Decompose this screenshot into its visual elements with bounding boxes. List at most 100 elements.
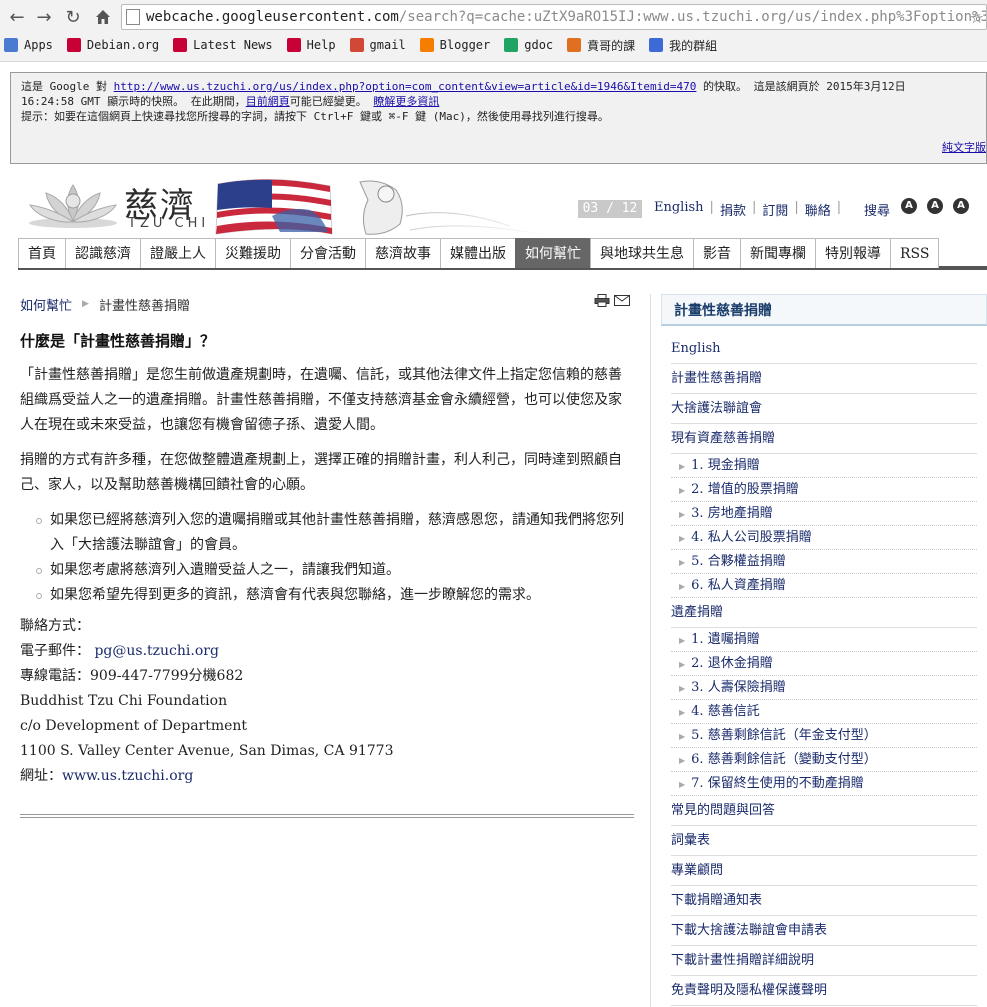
nav-item[interactable]: 首頁	[18, 238, 66, 268]
address-bar[interactable]: webcache.googleusercontent.com/search?q=…	[121, 4, 987, 30]
bookmark-item[interactable]: gmail	[349, 38, 406, 52]
sidebar-subitem[interactable]: ▶ 6. 慈善剩餘信託（變動支付型）	[671, 748, 977, 772]
sidebar-item-label: 大捨護法聯誼會	[671, 401, 763, 416]
sidebar-item[interactable]: 下載捐贈通知表	[671, 886, 977, 916]
chevron-right-icon: ▶	[679, 558, 686, 567]
organization: Buddhist Tzu Chi Foundation	[20, 693, 228, 709]
sidebar-subitem[interactable]: ▶ 3. 人壽保險捐贈	[671, 676, 977, 700]
sidebar-item[interactable]: 專業顧問	[671, 856, 977, 886]
website-link[interactable]: www.us.tzuchi.org	[62, 768, 193, 784]
address: 1100 S. Valley Center Avenue, San Dimas,…	[20, 743, 394, 759]
nav-item[interactable]: 與地球共生息	[590, 238, 694, 268]
sidebar-item-label: 6. 私人資產捐贈	[691, 578, 786, 593]
subscribe-link[interactable]: 訂閱	[758, 200, 792, 219]
drive-icon	[504, 38, 519, 52]
bookmark-item[interactable]: gdoc	[504, 38, 553, 52]
nav-item[interactable]: 特別報導	[815, 238, 891, 268]
breadcrumb-current: 計畫性慈善捐贈	[98, 298, 190, 314]
print-icon[interactable]	[594, 294, 610, 307]
bookmark-label: Help	[306, 38, 336, 52]
sidebar-item[interactable]: 常見的問題與回答	[671, 796, 977, 826]
nav-item[interactable]: 災難援助	[215, 238, 291, 268]
bookmark-star-icon[interactable]: ☆	[970, 8, 984, 27]
nav-item[interactable]: 證嚴上人	[140, 238, 216, 268]
bookmarks-bar: Apps Debian.org Latest News Help gmail Blogge…	[4, 35, 731, 55]
learn-more-link[interactable]: 瞭解更多資訊	[373, 95, 439, 108]
nav-item[interactable]: 分會活動	[290, 238, 366, 268]
reload-icon[interactable]: ↻	[62, 6, 84, 28]
donate-link[interactable]: 捐款	[716, 200, 750, 219]
bookmark-item[interactable]: Debian.org	[66, 38, 159, 52]
nav-item[interactable]: RSS	[890, 238, 940, 268]
sidebar-subitem[interactable]: ▶ 2. 增值的股票捐贈	[671, 478, 977, 502]
sidebar-item[interactable]: 遺產捐贈	[671, 598, 977, 628]
sidebar-item[interactable]: 下載大捨護法聯誼會申請表	[671, 916, 977, 946]
cache-text: 可能已經變更。	[289, 95, 374, 108]
sidebar-item-label: 下載捐贈通知表	[671, 893, 763, 908]
cache-text: 這是 Google 對	[21, 80, 114, 93]
bookmark-item[interactable]: Help	[286, 38, 336, 52]
nav-item[interactable]: 媒體出版	[440, 238, 516, 268]
site-header: 慈濟 TZU CHI 03 / 12 English | 捐款 | 訂閱 | 聯…	[0, 176, 987, 238]
sidebar-item-label: 4. 私人公司股票捐贈	[691, 530, 812, 545]
sidebar-subitem[interactable]: ▶ 2. 退休金捐贈	[671, 652, 977, 676]
sidebar-item[interactable]: 詞彙表	[671, 826, 977, 856]
sidebar-item-label: 遺產捐贈	[671, 605, 724, 620]
sidebar-item-label: 3. 房地產捐贈	[691, 506, 773, 521]
breadcrumb-parent-link[interactable]: 如何幫忙	[20, 295, 72, 314]
nav-item[interactable]: 認識慈濟	[65, 238, 141, 268]
bookmark-item[interactable]: Apps	[4, 38, 53, 52]
bookmark-item[interactable]: 賁哥的課	[567, 37, 635, 54]
sidebar-subitem[interactable]: ▶ 4. 私人公司股票捐贈	[671, 526, 977, 550]
article-tools	[590, 294, 630, 307]
sidebar-item[interactable]: 現有資產慈善捐贈	[671, 424, 977, 454]
sidebar-item[interactable]: 下載計畫性捐贈詳細說明	[671, 946, 977, 976]
home-icon[interactable]	[92, 6, 114, 28]
contact-info: 聯絡方式： 電子郵件： pg@us.tzuchi.org 專線電話：909-44…	[20, 614, 634, 789]
sidebar-item[interactable]: English	[671, 334, 977, 364]
english-link[interactable]: English	[650, 200, 708, 219]
sidebar-subitem[interactable]: ▶ 5. 慈善剩餘信託（年金支付型）	[671, 724, 977, 748]
bookmark-item[interactable]: Latest News	[173, 38, 273, 52]
email-link[interactable]: pg@us.tzuchi.org	[94, 643, 218, 659]
nav-item[interactable]: 影音	[693, 238, 741, 268]
text-only-link[interactable]: 純文字版	[942, 140, 986, 155]
chevron-right-icon: ▶	[679, 534, 686, 543]
back-arrow-icon[interactable]: ←	[6, 6, 28, 28]
google-cache-banner: 這是 Google 對 http://www.us.tzuchi.org/us/…	[10, 72, 987, 164]
sidebar-subitem[interactable]: ▶ 5. 合夥權益捐贈	[671, 550, 977, 574]
sidebar-subitem[interactable]: ▶ 7. 保留終生使用的不動產捐贈	[671, 772, 977, 796]
bookmark-item[interactable]: 我的群組	[649, 37, 717, 54]
sidebar-item-label: 4. 慈善信託	[691, 704, 760, 719]
bookmark-p-icon	[567, 38, 582, 52]
sidebar-subitem[interactable]: ▶ 3. 房地產捐贈	[671, 502, 977, 526]
sidebar-subitem[interactable]: ▶ 1. 遺囑捐贈	[671, 628, 977, 652]
contact-link[interactable]: 聯絡	[801, 200, 835, 219]
sidebar-item[interactable]: 免責聲明及隱私權保護聲明	[671, 976, 977, 1006]
font-size-large-icon[interactable]: A	[953, 198, 969, 214]
cached-url-link[interactable]: http://www.us.tzuchi.org/us/index.php?op…	[114, 80, 697, 93]
nav-item[interactable]: 如何幫忙	[515, 238, 591, 268]
sidebar-subitem[interactable]: ▶ 4. 慈善信託	[671, 700, 977, 724]
font-size-small-icon[interactable]: A	[901, 198, 917, 214]
bullet-item: 如果您希望先得到更多的資訊，慈濟會有代表與您聯絡，進一步瞭解您的需求。	[36, 583, 634, 608]
current-page-link[interactable]: 目前網頁	[246, 95, 290, 108]
sidebar-subitem[interactable]: ▶ 1. 現金捐贈	[671, 454, 977, 478]
chevron-right-icon: ▶	[679, 756, 686, 765]
bookmark-item[interactable]: Blogger	[419, 38, 490, 52]
nav-item[interactable]: 新聞專欄	[740, 238, 816, 268]
nav-item[interactable]: 慈濟故事	[365, 238, 441, 268]
url-label: 網址：	[20, 768, 62, 784]
search-link[interactable]: 搜尋	[864, 200, 890, 219]
email-icon[interactable]	[614, 294, 630, 307]
sidebar-item[interactable]: 大捨護法聯誼會	[671, 394, 977, 424]
sidebar-subitem[interactable]: ▶ 6. 私人資產捐贈	[671, 574, 977, 598]
page-counter: 03 / 12	[578, 200, 642, 218]
font-size-medium-icon[interactable]: A	[927, 198, 943, 214]
chevron-right-icon: ▶	[679, 660, 686, 669]
sidebar-item[interactable]: 計畫性慈善捐贈	[671, 364, 977, 394]
lotus-logo-icon[interactable]	[26, 179, 120, 229]
bookmark-label: Apps	[24, 38, 53, 52]
forward-arrow-icon[interactable]: →	[33, 6, 55, 28]
debian-swirl-icon	[173, 38, 188, 52]
